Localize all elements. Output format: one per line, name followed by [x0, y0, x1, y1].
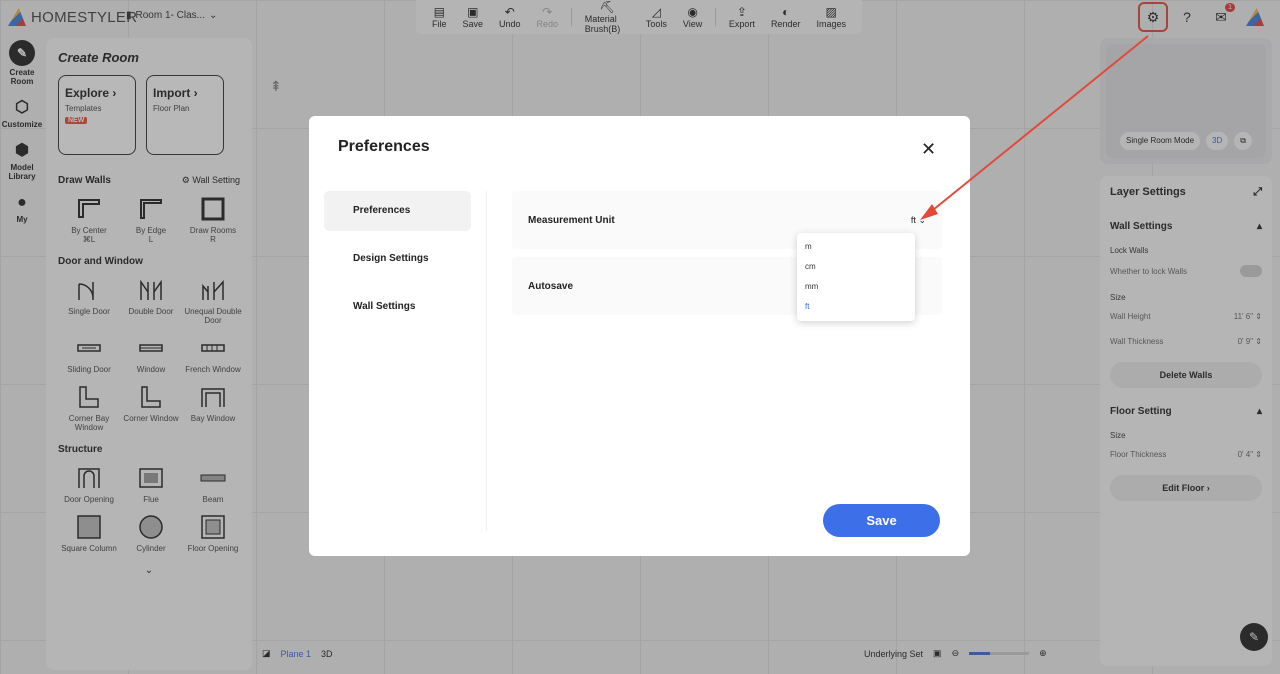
measurement-unit-value: ft: [910, 214, 916, 225]
measurement-unit-label: Measurement Unit: [528, 214, 615, 226]
dialog-title: Preferences: [338, 138, 430, 155]
measurement-unit-select[interactable]: ft ⌄: [911, 215, 926, 226]
dialog-divider: [486, 191, 487, 531]
nav-wall-settings[interactable]: Wall Settings: [324, 287, 471, 327]
unit-option-cm[interactable]: cm: [797, 257, 915, 277]
unit-option-m[interactable]: m: [797, 237, 915, 257]
chevron-down-icon: ⌄: [918, 214, 926, 225]
nav-design-settings[interactable]: Design Settings: [324, 239, 471, 279]
unit-option-ft[interactable]: ft: [797, 297, 915, 317]
nav-preferences[interactable]: Preferences: [324, 191, 471, 231]
autosave-label: Autosave: [528, 280, 574, 292]
close-icon[interactable]: ✕: [921, 139, 936, 160]
unit-option-mm[interactable]: mm: [797, 277, 915, 297]
preferences-dialog: Preferences ✕ Preferences Design Setting…: [309, 116, 970, 556]
save-button[interactable]: Save: [823, 504, 940, 537]
preferences-nav: Preferences Design Settings Wall Setting…: [324, 191, 471, 335]
unit-dropdown-menu: m cm mm ft: [797, 233, 915, 321]
